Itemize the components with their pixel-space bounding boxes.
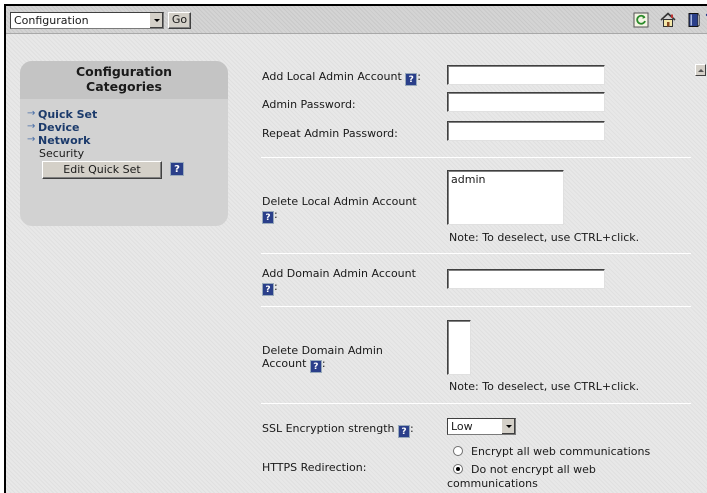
help-icon[interactable]: ? xyxy=(262,211,274,224)
add-domain-admin-label: Add Domain Admin Account ?: xyxy=(262,267,416,296)
label-suffix: : xyxy=(409,422,414,435)
help-icon[interactable]: ? xyxy=(170,162,184,176)
ssl-strength-select[interactable]: Low xyxy=(447,418,516,435)
scroll-up-button[interactable] xyxy=(695,64,706,76)
add-local-admin-input[interactable] xyxy=(447,65,605,85)
page-frame: Configuration Go ? Configuration xyxy=(4,4,707,493)
deselect-note: Note: To deselect, use CTRL+click. xyxy=(449,231,640,244)
panel-header: Configuration Categories xyxy=(20,61,228,99)
arrow-right-icon: → xyxy=(27,121,36,132)
do-not-encrypt-label: Do not encrypt all web xyxy=(471,463,596,476)
repeat-admin-password-input[interactable] xyxy=(447,121,605,141)
sidebar-item-label: Device xyxy=(38,121,80,134)
edit-quick-set-button[interactable]: Edit Quick Set xyxy=(42,161,162,179)
divider xyxy=(261,403,691,404)
label-suffix: : xyxy=(321,357,326,370)
sidebar-item-quick-set[interactable]: → Quick Set xyxy=(27,108,98,121)
delete-domain-admin-text: Delete Domain Admin xyxy=(262,344,383,357)
help-icon[interactable]: ? xyxy=(397,425,410,438)
sidebar-item-device[interactable]: → Device xyxy=(27,121,80,134)
chevron-down-icon xyxy=(501,419,515,434)
panel-title-line2: Categories xyxy=(86,79,162,94)
add-domain-admin-input[interactable] xyxy=(447,269,605,289)
do-not-encrypt-radio[interactable] xyxy=(453,464,463,474)
go-button[interactable]: Go xyxy=(168,12,191,29)
sidebar-sub-security: Security xyxy=(39,147,85,160)
add-local-admin-text: Add Local Admin Account xyxy=(262,70,402,83)
divider xyxy=(261,157,691,158)
admin-password-label: Admin Password: xyxy=(262,98,356,111)
admin-password-input[interactable] xyxy=(447,92,605,112)
https-redirection-label: HTTPS Redirection: xyxy=(262,461,367,474)
deselect-note-domain: Note: To deselect, use CTRL+click. xyxy=(449,380,640,393)
sidebar-item-network[interactable]: → Network xyxy=(27,134,91,147)
do-not-encrypt-label-2: communications xyxy=(447,477,538,490)
help-icon[interactable]: ? xyxy=(309,360,322,373)
list-item[interactable]: admin xyxy=(451,173,560,186)
category-select-value: Configuration xyxy=(14,14,89,27)
add-domain-admin-text: Add Domain Admin Account xyxy=(262,267,416,280)
top-toolbar: Configuration Go ? xyxy=(6,6,707,34)
help-icon[interactable]: ? xyxy=(262,283,274,296)
panel-title-line1: Configuration xyxy=(75,64,173,79)
chevron-down-icon xyxy=(149,13,163,28)
category-select[interactable]: Configuration xyxy=(10,12,164,29)
label-suffix: : xyxy=(274,280,278,293)
configuration-categories-panel: Configuration Categories → Quick Set → D… xyxy=(20,61,228,226)
ssl-encryption-text: SSL Encryption strength xyxy=(262,422,395,435)
delete-domain-admin-listbox[interactable] xyxy=(447,320,471,375)
encrypt-all-label: Encrypt all web communications xyxy=(471,445,651,458)
sidebar-item-label: Network xyxy=(38,134,91,147)
add-local-admin-label: Add Local Admin Account ?: xyxy=(262,70,421,86)
arrow-right-icon: → xyxy=(27,108,36,119)
repeat-admin-password-label: Repeat Admin Password: xyxy=(262,127,398,140)
delete-local-admin-text: Delete Local Admin Account xyxy=(262,195,417,208)
refresh-icon[interactable] xyxy=(633,12,649,28)
label-suffix: : xyxy=(417,70,421,83)
help-icon[interactable]: ? xyxy=(405,73,418,86)
label-suffix: : xyxy=(274,208,278,221)
sidebar-item-label: Quick Set xyxy=(38,108,98,121)
book-icon[interactable] xyxy=(686,12,702,28)
home-icon[interactable] xyxy=(660,12,676,28)
ssl-strength-value: Low xyxy=(451,420,473,433)
delete-local-admin-label: Delete Local Admin Account ?: xyxy=(262,195,417,224)
divider xyxy=(261,306,691,307)
delete-domain-admin-label: Delete Domain Admin Account ?: xyxy=(262,344,383,373)
ssl-encryption-label: SSL Encryption strength ?: xyxy=(262,422,414,438)
encrypt-all-radio[interactable] xyxy=(453,446,463,456)
delete-domain-admin-text-2: Account xyxy=(262,357,307,370)
arrow-right-icon: → xyxy=(27,134,36,145)
delete-local-admin-listbox[interactable]: admin xyxy=(447,170,564,225)
divider xyxy=(261,253,691,254)
